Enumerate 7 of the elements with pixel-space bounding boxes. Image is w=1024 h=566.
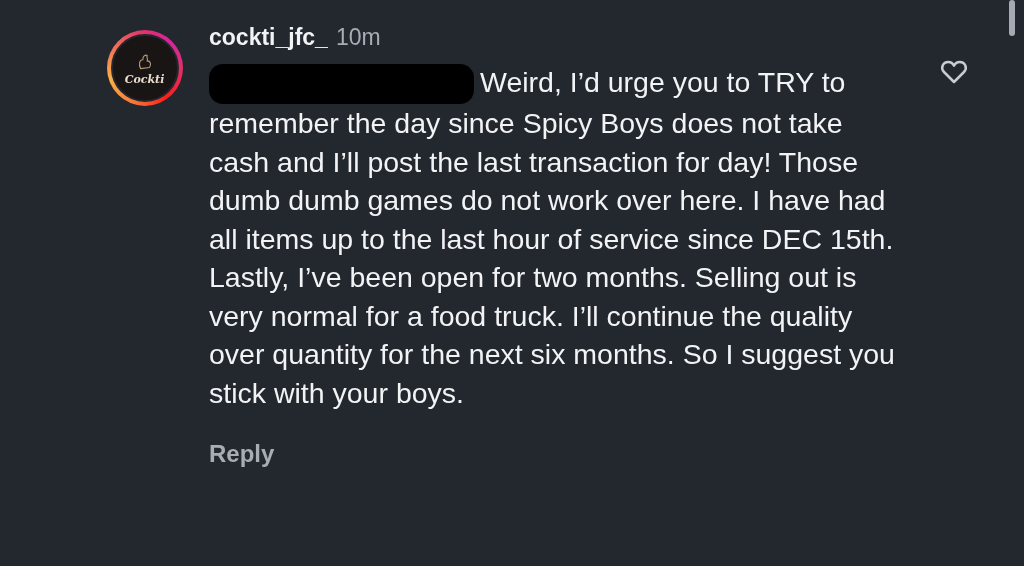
- avatar[interactable]: Cockti: [106, 30, 183, 106]
- reply-link[interactable]: Reply: [209, 440, 275, 468]
- username[interactable]: cockti_jfc_: [209, 24, 328, 51]
- timestamp: 10m: [335, 24, 381, 51]
- scrollbar: [1009, 0, 1015, 36]
- logo-text: Cockti: [124, 72, 165, 86]
- comment-text: Weird, I’d urge you to TRY to remember the day since Spicy Boys does not take cash and I’ll post the last transaction for day! Those dumb dumb games do not work over here. I have had all items up to the last hour of service since DEC 15th. Lastly, I’ve been open for two months. Selling out is very normal for a food truck. I’ll continue the quality over quantity for the next six months. So I suggest you stick with your boys.: [209, 63, 896, 411]
